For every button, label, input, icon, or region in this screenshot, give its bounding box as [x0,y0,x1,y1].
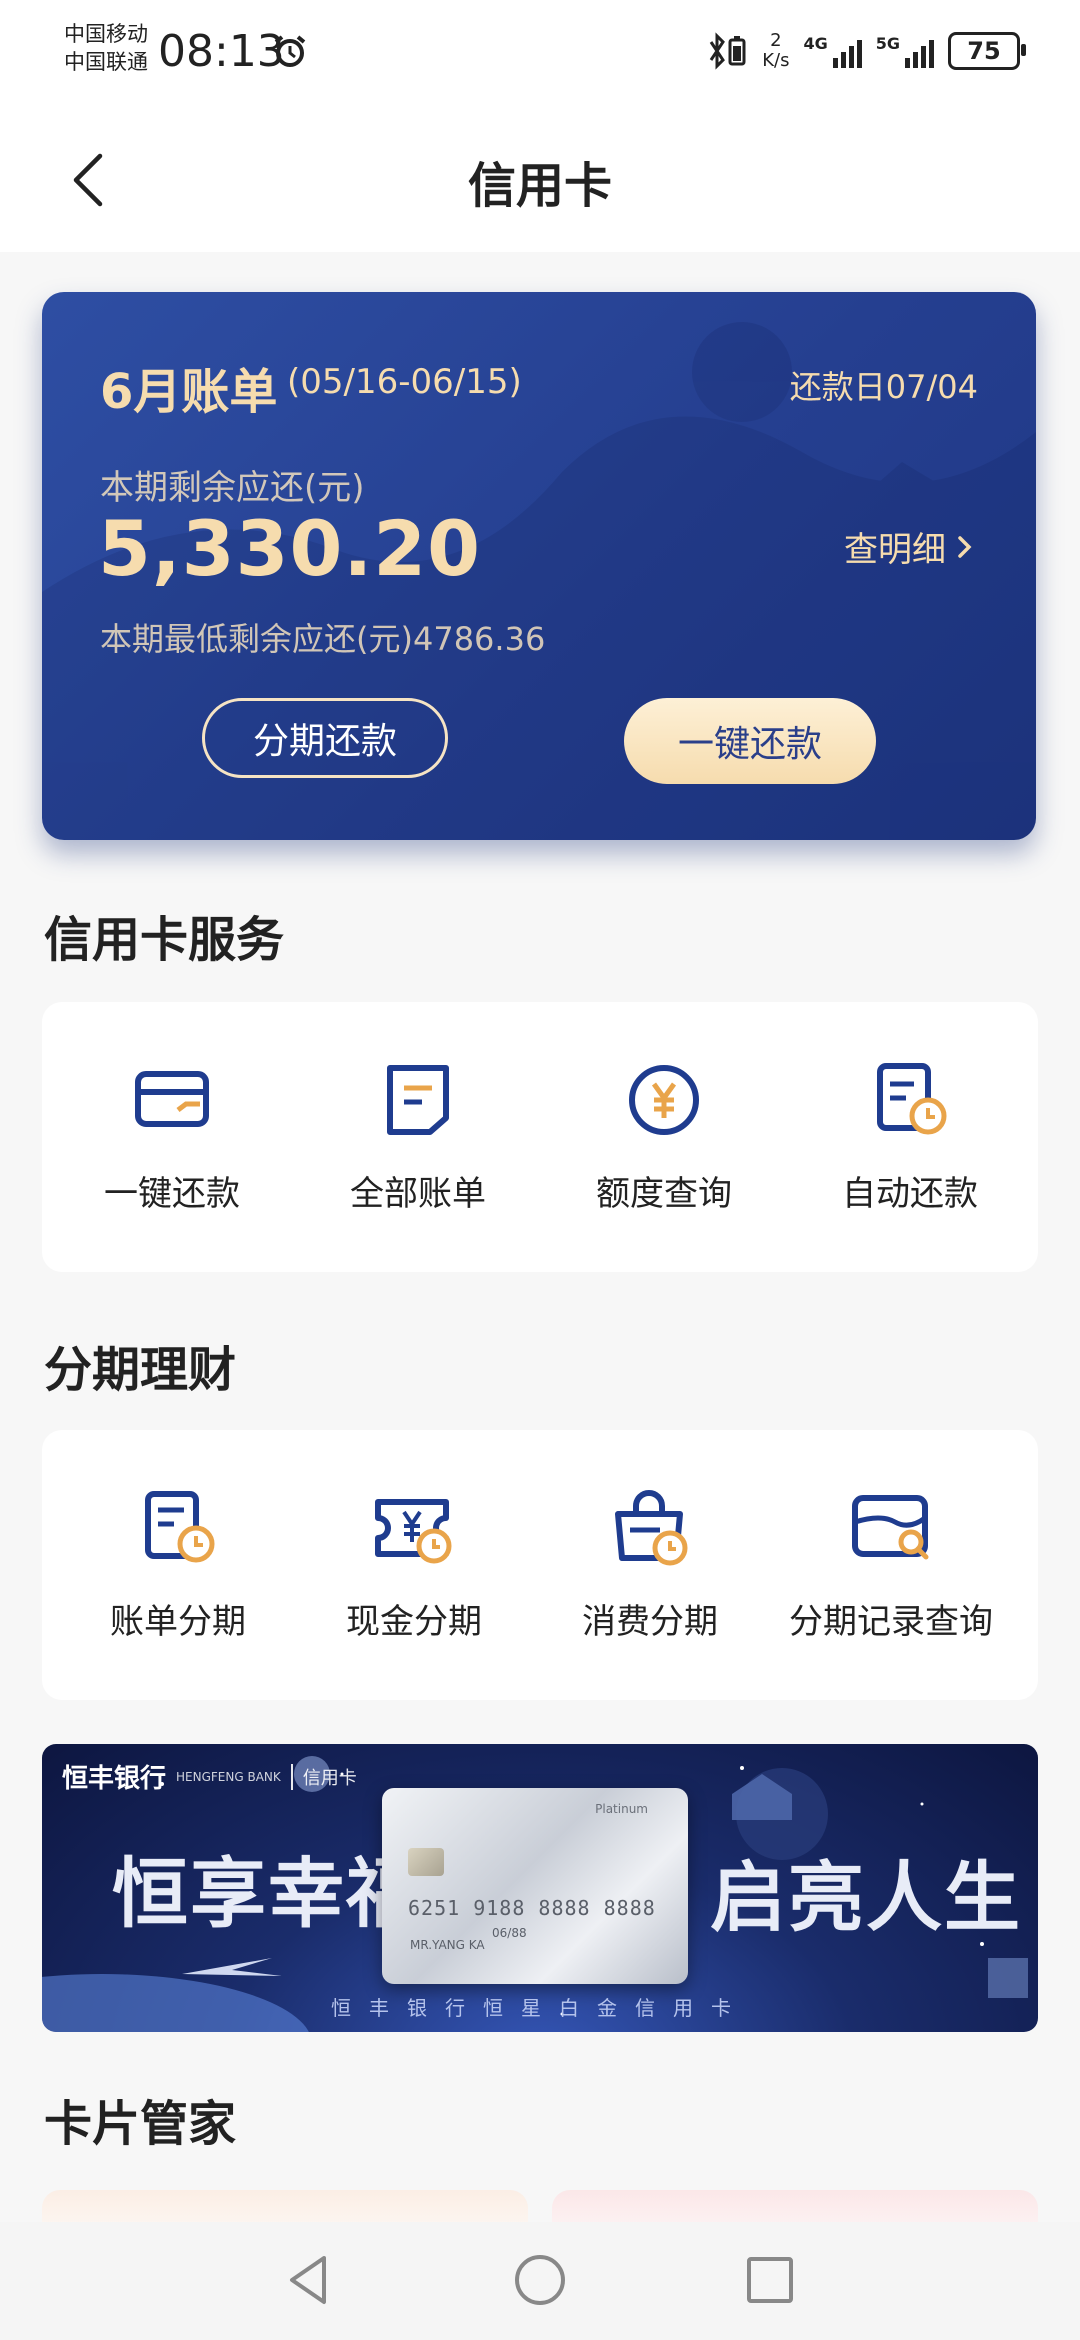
signal-5g-icon: 5G [876,34,934,68]
chevron-right-icon [958,535,972,558]
service-credit-limit[interactable]: 额度查询 [544,1002,784,1272]
credit-card-image: Platinum 6251 9188 8888 8888 06/88 MR.YA… [382,1788,688,1984]
installment-cash[interactable]: 现金分期 [294,1430,534,1700]
battery-indicator: 75 [948,32,1026,70]
clock: 08:13 [158,26,285,77]
one-click-pay-button[interactable]: 一键还款 [624,698,876,784]
carrier-1: 中国移动 [64,22,148,46]
installments-panel: 账单分期 现金分期 消费分期 分期记录查询 [42,1430,1038,1700]
bill-installment-icon [145,1491,215,1563]
promo-banner[interactable]: 恒丰银行 HENGFENG BANK 信用卡 恒享幸福 启亮人生 Platinu… [42,1744,1038,2032]
net-speed: 2 K/s [762,30,790,71]
nav-back-icon[interactable] [278,2248,342,2312]
installment-records[interactable]: 分期记录查询 [756,1430,1026,1700]
bank-logo: 恒丰银行 HENGFENG BANK 信用卡 [62,1763,357,1794]
services-title: 信用卡服务 [44,912,285,968]
due-date: 还款日07/04 [789,368,978,406]
bill-card: 6月账单 (05/16-06/15) 还款日07/04 本期剩余应还(元) 5,… [42,292,1036,840]
remaining-label: 本期剩余应还(元) [100,468,365,508]
yuan-circle-icon [629,1065,699,1135]
banner-caption: 恒丰银行恒星白金信用卡 [331,1996,749,2020]
nav-recents-icon[interactable] [738,2248,802,2312]
page-header: 信用卡 [0,112,1080,252]
service-auto-pay[interactable]: 自动还款 [790,1002,1030,1272]
installment-shopping[interactable]: 消费分期 [530,1430,770,1700]
service-all-bills[interactable]: 全部账单 [298,1002,538,1272]
remaining-amount: 5,330.20 [98,504,482,593]
bill-period: (05/16-06/15) [287,362,522,402]
card-number: 6251 9188 8888 8888 [408,1896,656,1920]
installments-title: 分期理财 [44,1342,237,1398]
service-one-click-pay[interactable]: 一键还款 [52,1002,292,1272]
record-search-icon [852,1495,929,1560]
banner-slogan-left: 恒享幸福 [112,1849,424,1938]
bluetooth-battery-icon [709,32,746,70]
services-panel: 一键还款 全部账单 额度查询 自动还款 [42,1002,1038,1272]
status-icons: 2 K/s 4G 5G 75 [708,26,1026,76]
installment-bill[interactable]: 账单分期 [58,1430,298,1700]
nav-home-icon[interactable] [508,2248,572,2312]
cash-installment-icon [375,1499,452,1564]
card-chip [408,1848,444,1876]
view-detail-label: 查明细 [844,530,946,570]
bill-icon [387,1065,449,1135]
card-expiry: 06/88 [492,1926,527,1940]
card-holder: MR.YANG KA [410,1938,485,1952]
banner-slogan-right: 启亮人生 [710,1853,1022,1942]
carrier-info: 中国移动 中国联通 [64,20,148,76]
page-title: 信用卡 [467,158,612,214]
installment-repay-button[interactable]: 分期还款 [202,698,448,778]
carrier-2: 中国联通 [64,50,148,74]
view-detail-link[interactable]: 查明细 [844,522,974,571]
auto-pay-icon [877,1063,947,1135]
signal-4g-icon: 4G [803,34,862,68]
card-manager-title: 卡片管家 [44,2096,237,2152]
minimum-payment: 本期最低剩余应还(元)4786.36 [100,620,546,658]
shopping-installment-icon [615,1490,688,1566]
system-nav-bar [0,2222,1080,2340]
bill-month: 6月账单 [100,364,278,420]
card-pay-icon [135,1071,209,1127]
alarm-icon [274,35,306,67]
status-bar: 中国移动 中国联通 08:13 2 K/s 4G 5G 75 [0,0,1080,112]
